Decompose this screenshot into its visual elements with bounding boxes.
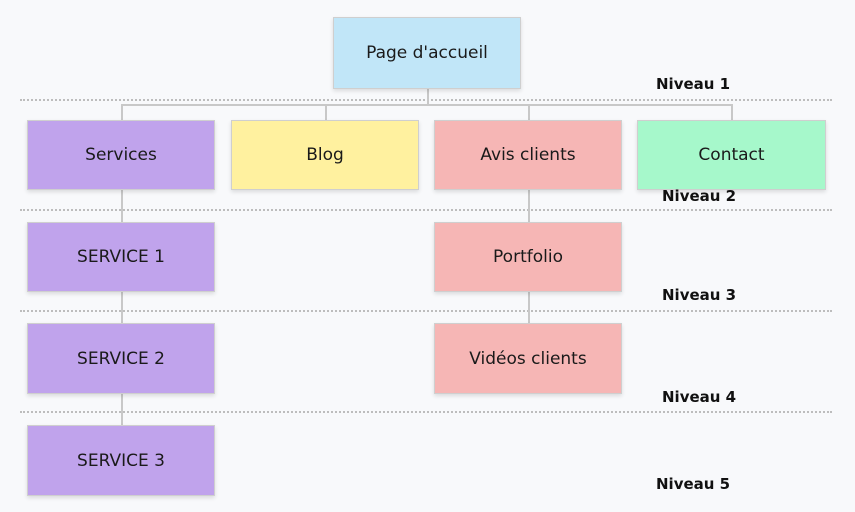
connector: [427, 89, 429, 105]
node-label: Services: [85, 145, 157, 165]
node-portfolio[interactable]: Portfolio: [434, 222, 622, 292]
node-home[interactable]: Page d'accueil: [333, 17, 521, 89]
node-label: SERVICE 2: [77, 348, 165, 369]
level-divider-4: [20, 411, 832, 413]
level-divider-3: [20, 310, 832, 312]
node-contact[interactable]: Contact: [637, 120, 826, 190]
level-label-5: Niveau 5: [656, 475, 731, 493]
node-label: SERVICE 1: [77, 247, 165, 267]
node-videos-clients[interactable]: Vidéos clients: [434, 323, 622, 394]
level-label-4: Niveau 4: [662, 388, 737, 406]
node-service-1[interactable]: SERVICE 1: [27, 222, 215, 292]
level-label-1: Niveau 1: [656, 75, 731, 93]
node-services[interactable]: Services: [27, 120, 215, 190]
node-label: SERVICE 3: [77, 450, 165, 471]
level-label-3: Niveau 3: [662, 286, 737, 304]
connector: [121, 104, 123, 120]
node-avis-clients[interactable]: Avis clients: [434, 120, 622, 190]
level-label-2: Niveau 2: [662, 187, 737, 205]
node-label: Portfolio: [493, 247, 563, 267]
node-label: Avis clients: [480, 145, 576, 165]
node-service-3[interactable]: SERVICE 3: [27, 425, 215, 496]
node-blog[interactable]: Blog: [231, 120, 419, 190]
node-label: Vidéos clients: [469, 348, 587, 369]
connector: [528, 104, 530, 120]
connector: [731, 104, 733, 120]
connector: [121, 104, 733, 106]
level-divider-1: [20, 99, 832, 101]
node-label: Contact: [698, 145, 765, 165]
connector: [325, 104, 327, 120]
node-service-2[interactable]: SERVICE 2: [27, 323, 215, 394]
level-divider-2: [20, 209, 832, 211]
node-label: Page d'accueil: [366, 43, 488, 63]
node-label: Blog: [306, 145, 344, 165]
